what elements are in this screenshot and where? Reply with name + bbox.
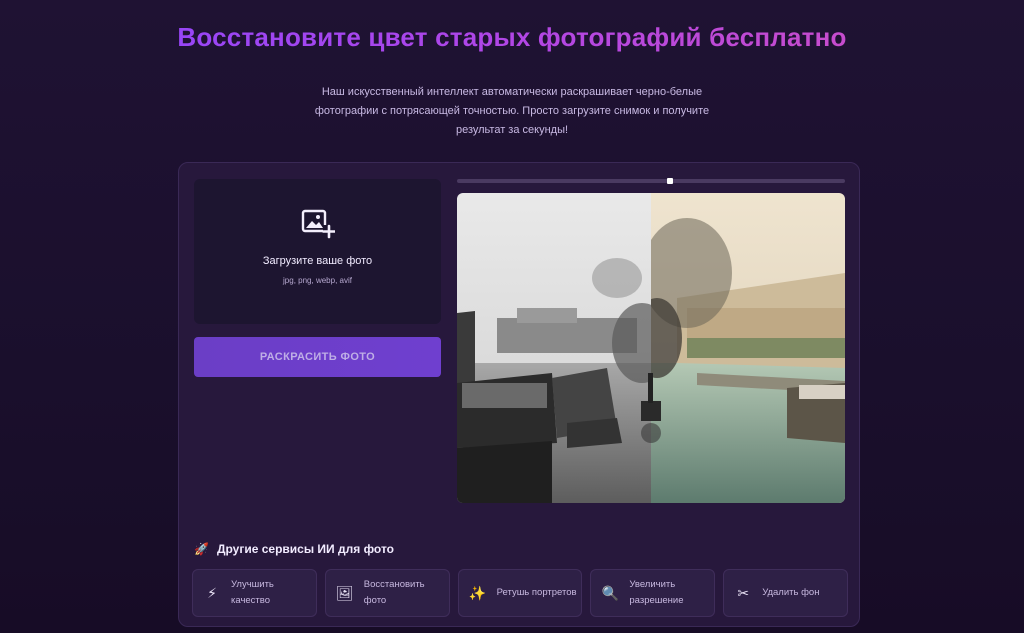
service-label: Улучшить качество: [231, 579, 274, 606]
lightning-icon: ⚡: [207, 584, 217, 601]
upload-title: Загрузите ваше фото: [262, 255, 373, 267]
magnifier-icon: 🔍: [601, 584, 620, 601]
compare-slider-handle[interactable]: [667, 178, 673, 184]
subtitle-line: результат за секунды!: [455, 124, 569, 136]
service-enhance-quality[interactable]: ⚡ Улучшить качество: [192, 569, 317, 617]
page: Восстановите цвет старых фотографий бесп…: [0, 0, 1024, 633]
page-title: Восстановите цвет старых фотографий бесп…: [0, 22, 1024, 53]
upload-dropzone[interactable]: Загрузите ваше фото jpg, png, webp, avif: [194, 179, 441, 324]
service-restore-photo[interactable]: 🖼 Восстановить фото: [324, 569, 450, 617]
services-title: Другие сервисы ИИ для фото: [216, 542, 394, 556]
colorize-card: Загрузите ваше фото jpg, png, webp, avif…: [178, 162, 860, 627]
services-list: ⚡ Улучшить качество 🖼 Восстановить фото …: [192, 569, 848, 617]
picture-icon: 🖼: [335, 584, 354, 601]
subtitle-line: фотографии с потрясающей точностью. Прос…: [314, 105, 710, 117]
rocket-icon: 🚀: [194, 542, 209, 556]
sparkles-icon: ✨: [468, 584, 487, 601]
preview-image: [457, 193, 845, 503]
service-label: Восстановить фото: [363, 579, 425, 606]
image-plus-icon: [301, 209, 335, 239]
service-label: Увеличить разрешение: [629, 579, 684, 606]
colorize-button[interactable]: РАСКРАСИТЬ ФОТО: [194, 337, 441, 377]
page-subtitle: Наш искусственный интеллект автоматическ…: [312, 83, 712, 140]
service-retouch-portraits[interactable]: ✨ Ретушь портретов: [457, 569, 583, 617]
scissors-icon: ✂: [737, 584, 750, 601]
compare-slider-track[interactable]: [457, 179, 845, 183]
services-heading: 🚀 Другие сервисы ИИ для фото: [194, 542, 394, 556]
service-remove-background[interactable]: ✂ Удалить фон: [723, 569, 848, 617]
service-upscale[interactable]: 🔍 Увеличить разрешение: [590, 569, 716, 617]
service-label: Ретушь портретов: [496, 587, 577, 598]
service-label: Удалить фон: [762, 587, 820, 598]
upload-formats: jpg, png, webp, avif: [283, 276, 352, 285]
subtitle-line: Наш искусственный интеллект автоматическ…: [321, 86, 703, 98]
before-after-preview[interactable]: [457, 193, 845, 503]
